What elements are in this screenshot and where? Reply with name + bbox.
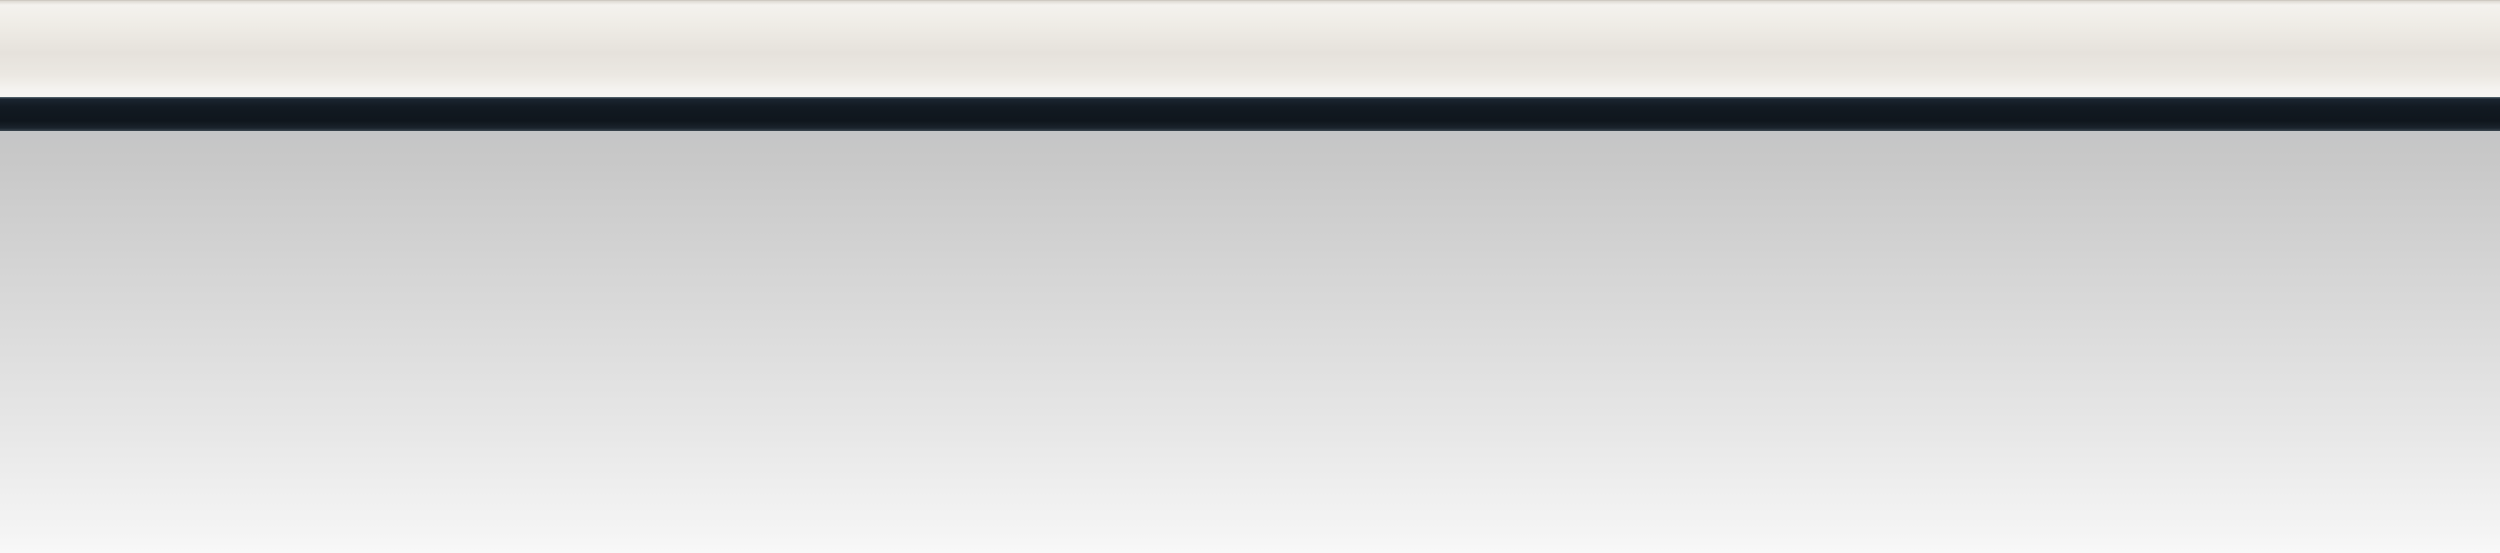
content-area [0,131,2500,553]
navigation-bar [0,97,2500,131]
top-header-bar [0,0,2500,97]
